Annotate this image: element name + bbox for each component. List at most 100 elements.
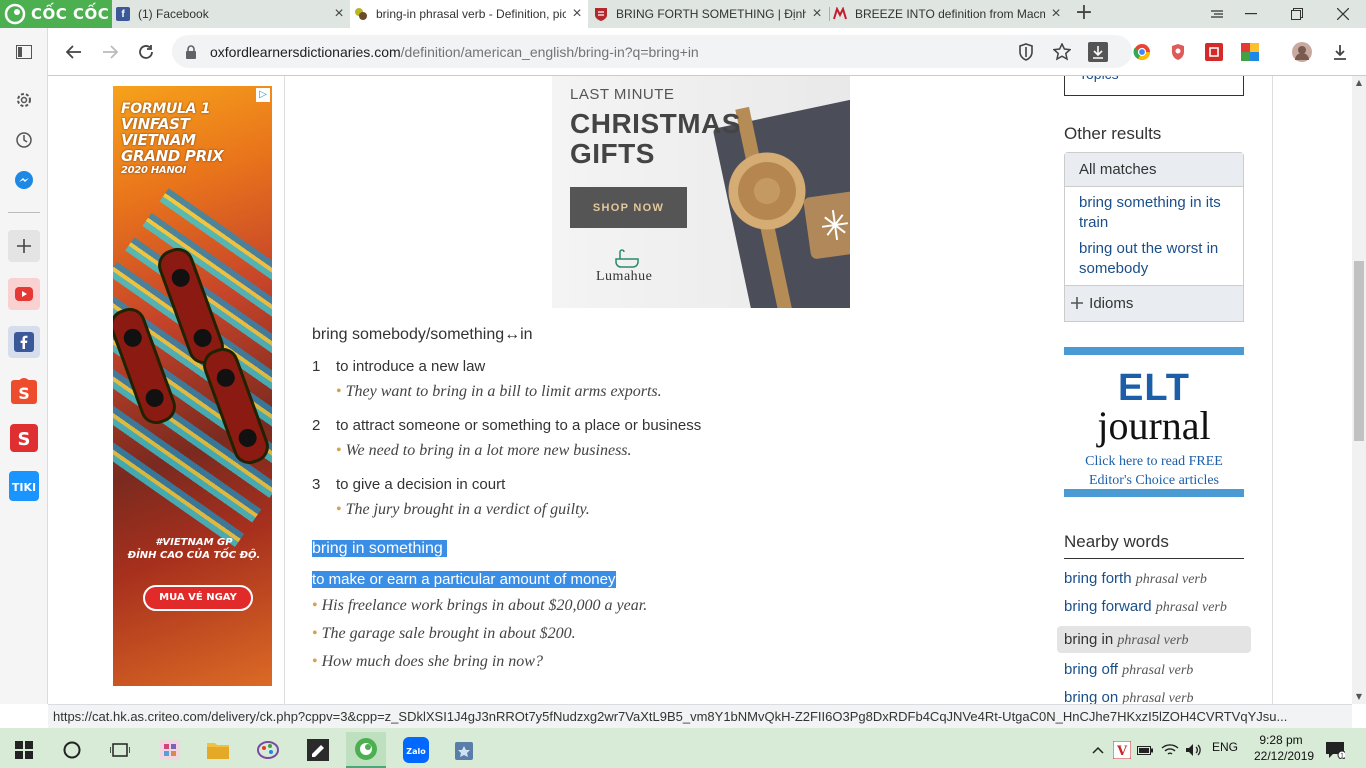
sense-definition: to attract someone or something to a pla…: [336, 417, 702, 434]
wifi-icon[interactable]: [1158, 732, 1182, 768]
coccoc-taskbar-icon[interactable]: [346, 732, 386, 768]
scroll-down-icon[interactable]: ▼: [1352, 690, 1366, 704]
elt-subtitle: journal: [1097, 403, 1211, 448]
bullet-icon: •: [312, 597, 318, 614]
close-tab-icon[interactable]: ×: [1045, 5, 1067, 23]
battery-icon[interactable]: [1134, 732, 1158, 768]
close-tab-icon[interactable]: ×: [328, 5, 350, 23]
shopee-icon[interactable]: S: [8, 374, 40, 406]
messenger-icon[interactable]: [8, 164, 40, 196]
history-icon[interactable]: [8, 124, 40, 156]
sense-number: 1: [312, 358, 321, 375]
profile-avatar[interactable]: [1292, 42, 1312, 62]
new-tab-button[interactable]: +: [1072, 2, 1096, 24]
downloads-icon[interactable]: [1330, 42, 1350, 62]
sense-number: 3: [312, 476, 321, 493]
office-app-icon[interactable]: [150, 732, 190, 768]
dictionary-entry: bring somebody/something↔in 1 to introdu…: [312, 326, 1012, 671]
shield-icon[interactable]: [1016, 42, 1036, 62]
url-text: oxfordlearnersdictionaries.com/definitio…: [210, 44, 699, 60]
nearby-word-link[interactable]: bring off phrasal verb: [1064, 661, 1193, 679]
back-button[interactable]: [60, 38, 88, 66]
svg-text:S: S: [18, 384, 30, 403]
match-link[interactable]: bring out the worst in somebody: [1065, 235, 1243, 281]
start-button[interactable]: [4, 732, 44, 768]
ad-title-line: 2020 HANOI: [121, 165, 187, 176]
matches-list: bring something in its train bring out t…: [1065, 187, 1243, 281]
nearby-word-link[interactable]: bring on phrasal verb: [1064, 689, 1194, 704]
tool-app-icon[interactable]: [444, 732, 484, 768]
sidebar-toggle-icon[interactable]: [8, 36, 40, 68]
action-center-icon[interactable]: 1: [1318, 732, 1352, 768]
all-matches-header[interactable]: All matches: [1065, 153, 1243, 187]
reload-button[interactable]: [132, 38, 160, 66]
sticky-notes-icon[interactable]: [298, 732, 338, 768]
example-text: They want to bring in a bill to limit ar…: [345, 383, 662, 400]
system-clock[interactable]: 9:28 pm 22/12/2019: [1254, 732, 1314, 764]
ad-headline: CHRISTMAS GIFTS: [570, 108, 741, 169]
web-page: ▷ FORMULA 1 VINFAST VIETNAM GRAND PRIX 2…: [48, 76, 1352, 704]
sense-definition: to give a decision in court: [336, 476, 506, 493]
shop-now-button[interactable]: SHOP NOW: [570, 187, 687, 228]
color-extension-icon[interactable]: [1240, 42, 1260, 62]
nearby-word-link[interactable]: bring forth phrasal verb: [1064, 570, 1207, 588]
nearby-words-heading: Nearby words: [1064, 532, 1244, 559]
tab-title: BREEZE INTO definition from Macmillan: [855, 7, 1045, 21]
elt-journal-banner[interactable]: ELT journal Click here to read FREE Edit…: [1064, 347, 1244, 497]
coccoc-menu-button[interactable]: CỐC CỐC: [0, 0, 112, 28]
youtube-icon[interactable]: [8, 278, 40, 310]
phrasal-verb-block: bring in something to make or earn a par…: [312, 537, 1012, 671]
nearby-word: bring on: [1064, 689, 1119, 704]
input-language[interactable]: ENG: [1212, 740, 1238, 754]
tiki-icon[interactable]: TIKI: [8, 470, 40, 502]
download-page-icon[interactable]: [1088, 42, 1108, 62]
adblock-extension-icon[interactable]: [1168, 42, 1188, 62]
show-hidden-icons-icon[interactable]: [1086, 732, 1110, 768]
task-view-icon[interactable]: [100, 732, 140, 768]
tab-macmillan[interactable]: BREEZE INTO definition from Macmillan ×: [829, 0, 1067, 28]
volume-icon[interactable]: [1182, 732, 1206, 768]
topics-link[interactable]: Topics: [1064, 76, 1244, 96]
other-results-heading: Other results: [1064, 124, 1162, 143]
tab-facebook[interactable]: f (1) Facebook ×: [112, 0, 350, 28]
brand-label: CỐC CỐC: [31, 5, 110, 23]
forward-button[interactable]: [96, 38, 124, 66]
match-link[interactable]: bring something in its train: [1065, 189, 1243, 235]
bookmark-star-icon[interactable]: [1052, 42, 1072, 62]
settings-icon[interactable]: [8, 84, 40, 116]
close-window-button[interactable]: [1320, 0, 1366, 28]
content-border: [284, 76, 285, 704]
example: • The jury brought in a verdict of guilty…: [336, 501, 1012, 519]
scrollbar-thumb[interactable]: [1354, 261, 1364, 441]
sendo-icon[interactable]: S: [8, 422, 40, 454]
scroll-up-icon[interactable]: ▲: [1352, 76, 1366, 90]
address-bar[interactable]: oxfordlearnersdictionaries.com/definitio…: [172, 35, 1132, 68]
file-explorer-icon[interactable]: [198, 732, 238, 768]
page-scrollbar[interactable]: ▲ ▼: [1352, 76, 1366, 704]
close-tab-icon[interactable]: ×: [806, 5, 828, 23]
close-tab-icon[interactable]: ×: [566, 5, 588, 23]
tab-cambridge[interactable]: BRING FORTH SOMETHING | Định nghĩa ×: [590, 0, 828, 28]
adchoices-icon[interactable]: ▷: [256, 88, 270, 102]
facebook-shortcut-icon[interactable]: [8, 326, 40, 358]
add-shortcut-icon[interactable]: [8, 230, 40, 262]
tab-oxford[interactable]: bring-in phrasal verb - Definition, pict…: [350, 0, 588, 28]
ad-cta-button[interactable]: MUA VÉ NGAY: [143, 585, 253, 611]
f1-advertisement[interactable]: ▷ FORMULA 1 VINFAST VIETNAM GRAND PRIX 2…: [113, 86, 272, 686]
chrome-extension-icon[interactable]: [1132, 42, 1152, 62]
red-extension-icon[interactable]: [1204, 42, 1224, 62]
elt-caption: Click here to read FREE: [1085, 454, 1223, 469]
christmas-advertisement[interactable]: LAST MINUTE CHRISTMAS GIFTS SHOP NOW Lum…: [552, 76, 850, 308]
tab-title: bring-in phrasal verb - Definition, pict…: [376, 7, 566, 21]
search-icon[interactable]: [52, 732, 92, 768]
nearby-word: bring forth: [1064, 570, 1132, 587]
maximize-button[interactable]: [1274, 0, 1320, 28]
svg-text:Zalo: Zalo: [406, 747, 426, 756]
minimize-button[interactable]: [1228, 0, 1274, 28]
paint-app-icon[interactable]: [248, 732, 288, 768]
idioms-toggle[interactable]: Idioms: [1065, 285, 1243, 321]
nearby-word-link[interactable]: bring forward phrasal verb: [1064, 598, 1227, 616]
lock-icon: [186, 44, 196, 59]
vietkey-icon[interactable]: V: [1110, 732, 1134, 768]
zalo-icon[interactable]: Zalo: [396, 732, 436, 768]
